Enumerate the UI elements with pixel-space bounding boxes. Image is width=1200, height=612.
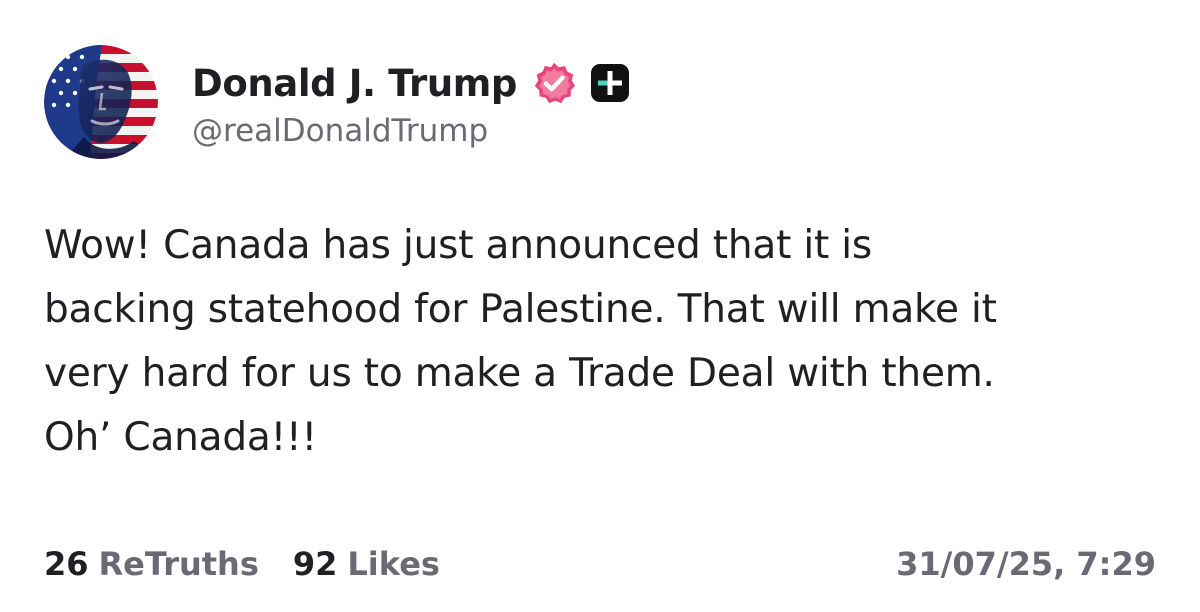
user-handle[interactable]: @realDonaldTrump — [192, 113, 631, 149]
post-timestamp[interactable]: 31/07/25, 7:29 — [896, 545, 1156, 583]
likes-count: 92 — [292, 545, 338, 583]
retruths-label: ReTruths — [98, 545, 259, 583]
post-text-line: backing statehood for Palestine. That wi… — [44, 287, 997, 332]
retruths-stat[interactable]: 26 ReTruths — [44, 545, 259, 583]
truth-plus-icon — [589, 62, 631, 104]
display-name[interactable]: Donald J. Trump — [192, 62, 517, 105]
post-text-line: very hard for us to make a Trade Deal wi… — [44, 351, 995, 396]
avatar[interactable] — [44, 45, 158, 159]
engagement-stats: 26 ReTruths 92 Likes — [44, 545, 440, 583]
post-text-line: Oh’ Canada!!! — [44, 415, 317, 460]
post-header: Donald J. Trump @realDonaldTrump — [44, 42, 631, 162]
name-row: Donald J. Trump — [192, 55, 631, 111]
post-card: Donald J. Trump @realDonaldTrump Wow! Ca… — [0, 0, 1200, 612]
likes-stat[interactable]: 92 Likes — [293, 545, 440, 583]
verified-check-icon — [531, 60, 577, 106]
retruths-count: 26 — [44, 545, 89, 583]
post-footer: 26 ReTruths 92 Likes 31/07/25, 7:29 — [44, 536, 1156, 592]
likes-label: Likes — [347, 545, 440, 583]
author-identity: Donald J. Trump @realDonaldTrump — [192, 55, 631, 149]
post-text: Wow! Canada has just announced that it i… — [44, 214, 1164, 470]
post-text-line: Wow! Canada has just announced that it i… — [44, 223, 873, 268]
